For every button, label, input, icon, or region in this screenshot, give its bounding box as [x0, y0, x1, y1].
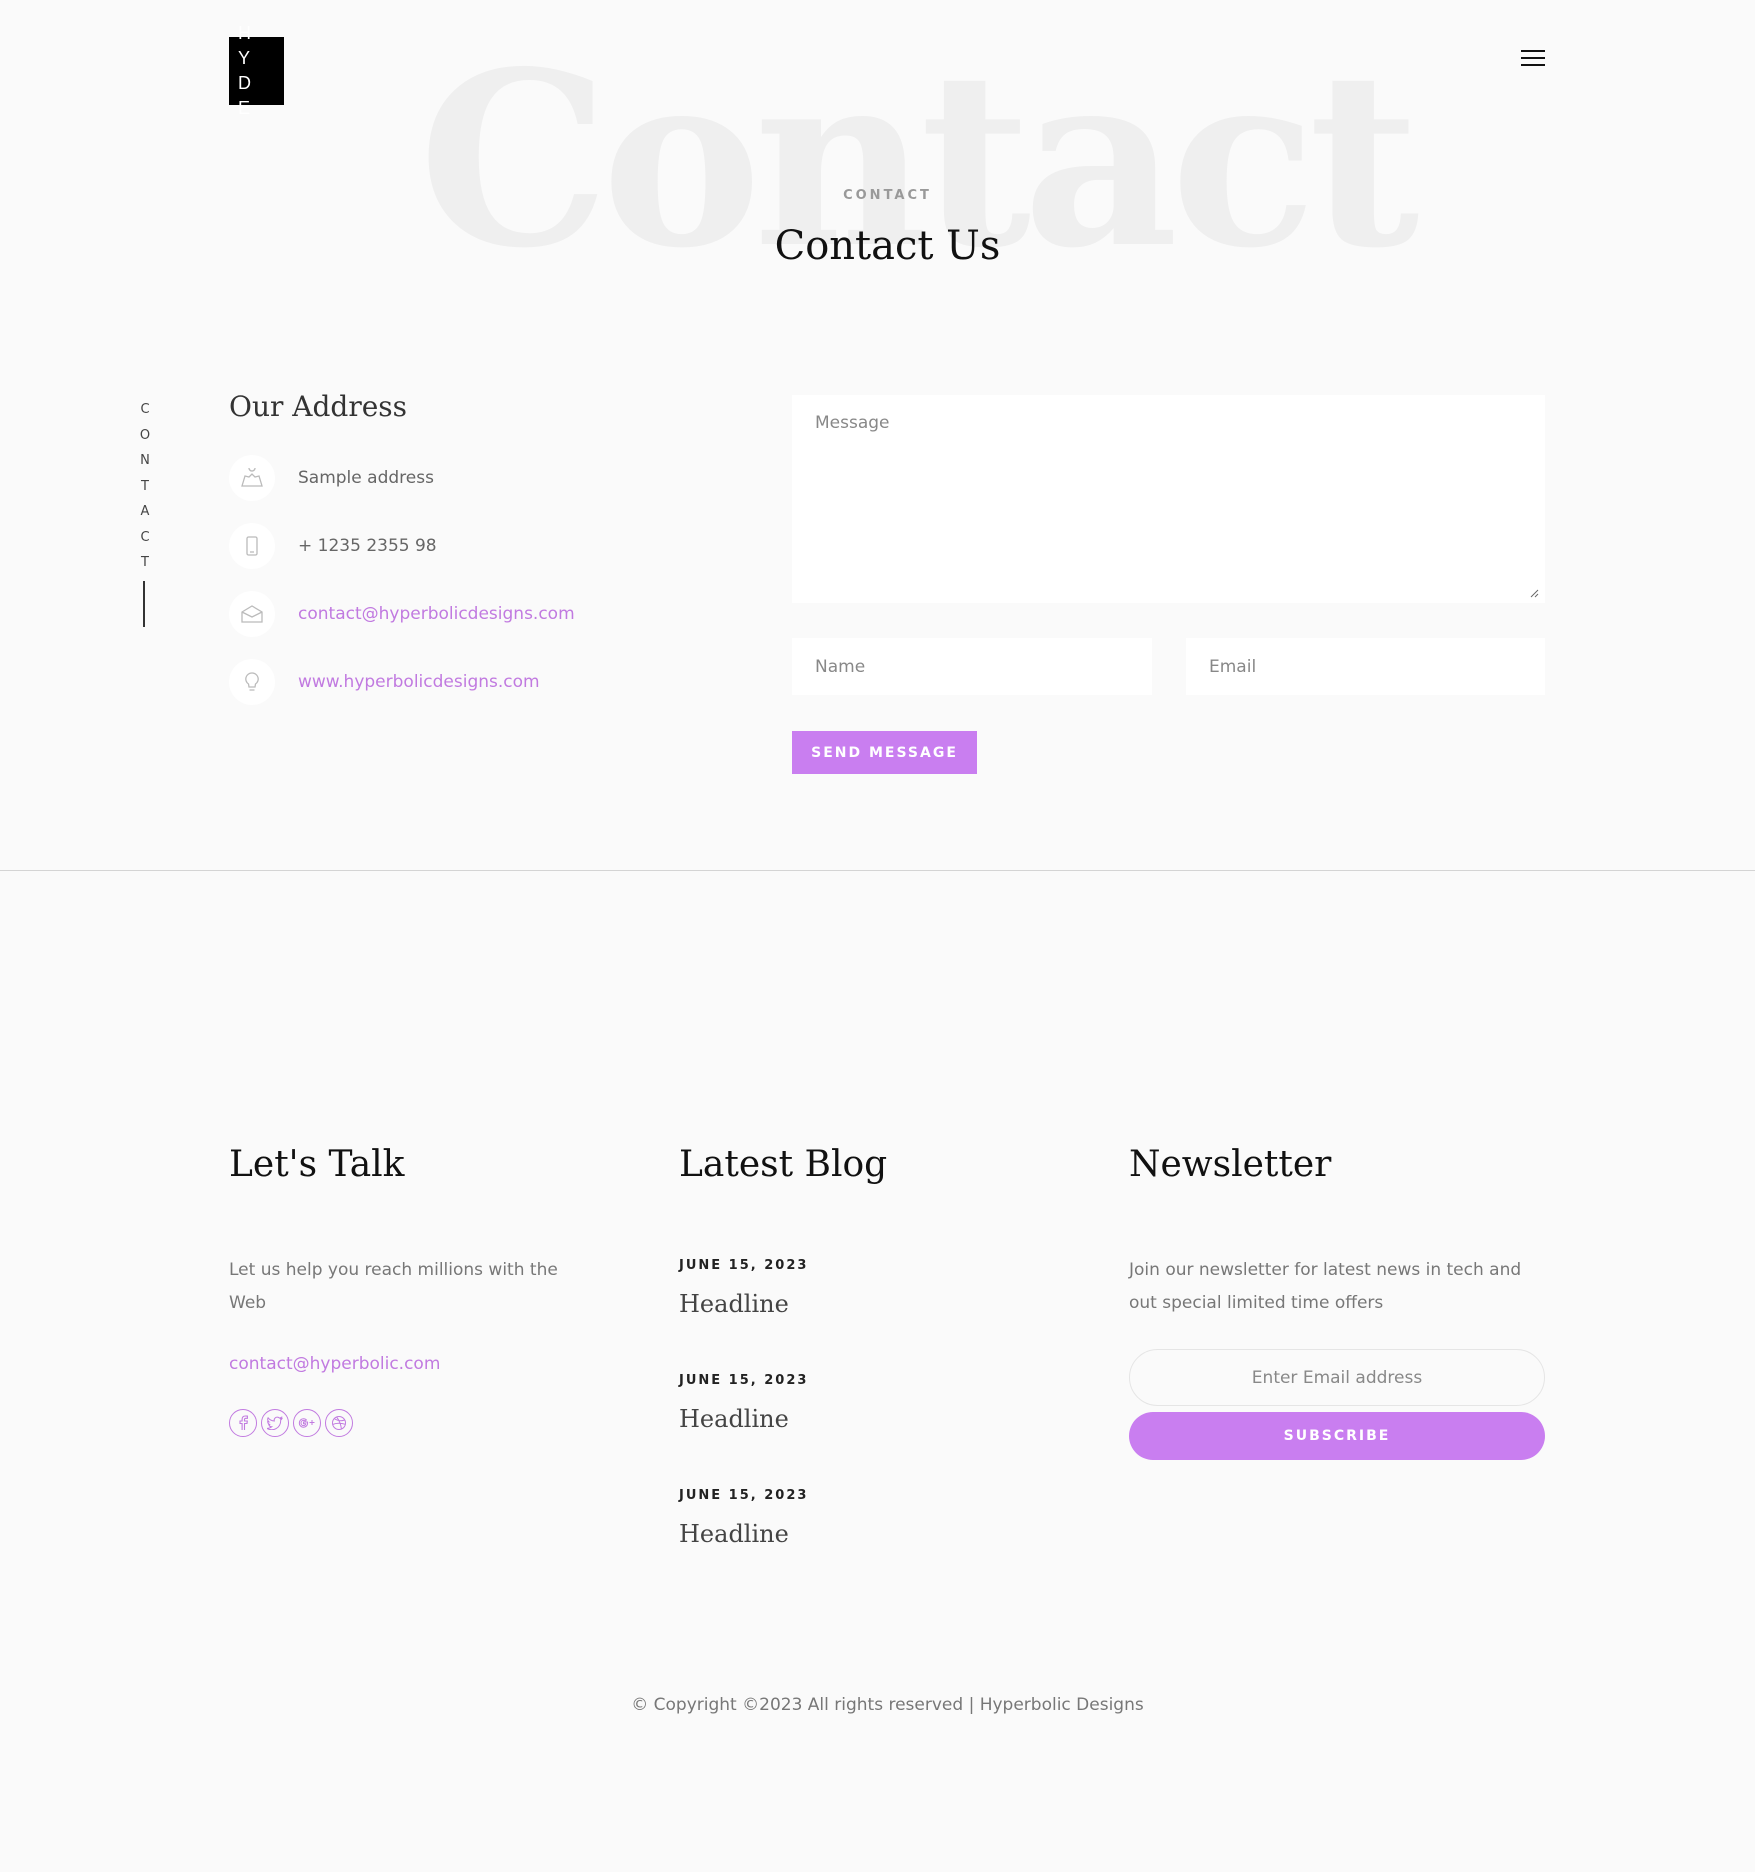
- lets-talk-text: Let us help you reach millions with the …: [229, 1254, 589, 1320]
- copyright: © Copyright ©2023 All rights reserved | …: [631, 1695, 1144, 1715]
- menu-icon[interactable]: [1521, 48, 1545, 68]
- bulb-icon: [229, 659, 275, 705]
- phone-text: + 1235 2355 98: [298, 536, 437, 556]
- logo[interactable]: H Y D E: [229, 23, 284, 118]
- page-title: Contact Us: [774, 223, 1001, 269]
- side-label-letter: C: [140, 402, 150, 417]
- google-plus-icon[interactable]: [293, 1409, 321, 1437]
- blog-headline-link[interactable]: Headline: [679, 1290, 789, 1318]
- twitter-icon[interactable]: [261, 1409, 289, 1437]
- envelope-icon: [229, 591, 275, 637]
- latest-blog-title: Latest Blog: [679, 1144, 888, 1185]
- side-label: C O N T A C T: [135, 397, 155, 576]
- dribbble-icon[interactable]: [325, 1409, 353, 1437]
- logo-line-2: D E: [238, 73, 258, 118]
- blog-headline-link[interactable]: Headline: [679, 1520, 789, 1548]
- message-textarea[interactable]: Message: [792, 395, 1545, 603]
- blog-date: JUNE 15, 2023: [679, 1258, 809, 1273]
- newsletter-text-line: Join our newsletter for latest news in t…: [1129, 1260, 1522, 1280]
- section-divider: [0, 870, 1755, 871]
- lets-talk-text-line: Let us help you reach millions with the: [229, 1260, 558, 1280]
- address-item: + 1235 2355 98: [229, 523, 437, 569]
- blog-date: JUNE 15, 2023: [679, 1488, 809, 1503]
- website-link[interactable]: www.hyperbolicdesigns.com: [298, 672, 540, 692]
- message-placeholder: Message: [815, 413, 890, 433]
- newsletter-text-line: out special limited time offers: [1129, 1293, 1384, 1313]
- name-placeholder: Name: [815, 656, 866, 677]
- blog-headline-link[interactable]: Headline: [679, 1405, 789, 1433]
- side-divider: [143, 581, 145, 627]
- newsletter-text: Join our newsletter for latest news in t…: [1129, 1254, 1549, 1320]
- logo-line-1: H Y: [238, 23, 258, 68]
- side-label-letter: O: [139, 427, 151, 443]
- side-label-letter: N: [140, 453, 150, 468]
- address-item[interactable]: www.hyperbolicdesigns.com: [229, 659, 540, 705]
- side-label-letter: T: [141, 478, 149, 494]
- side-label-letter: C: [140, 529, 150, 545]
- name-input[interactable]: Name: [792, 638, 1152, 695]
- email-link[interactable]: contact@hyperbolicdesigns.com: [298, 604, 575, 624]
- facebook-icon[interactable]: [229, 1409, 257, 1437]
- send-message-button[interactable]: SEND MESSAGE: [792, 731, 977, 774]
- lets-talk-email-link[interactable]: contact@hyperbolic.com: [229, 1354, 440, 1374]
- section-eyebrow: CONTACT: [843, 188, 932, 203]
- subscribe-button[interactable]: SUBSCRIBE: [1129, 1412, 1545, 1460]
- side-label-letter: A: [140, 504, 150, 519]
- phone-icon: [229, 523, 275, 569]
- newsletter-email-placeholder: Enter Email address: [1251, 1367, 1423, 1388]
- map-icon: [229, 455, 275, 501]
- address-item[interactable]: contact@hyperbolicdesigns.com: [229, 591, 575, 637]
- lets-talk-title: Let's Talk: [229, 1144, 405, 1185]
- email-placeholder: Email: [1209, 656, 1257, 677]
- side-label-letter: T: [141, 555, 149, 570]
- email-input[interactable]: Email: [1186, 638, 1545, 695]
- newsletter-email-input[interactable]: Enter Email address: [1129, 1349, 1545, 1406]
- resize-handle-icon[interactable]: [1529, 588, 1539, 598]
- address-text: Sample address: [298, 468, 434, 488]
- address-item: Sample address: [229, 455, 434, 501]
- address-title: Our Address: [229, 390, 408, 423]
- newsletter-title: Newsletter: [1129, 1144, 1332, 1185]
- blog-date: JUNE 15, 2023: [679, 1373, 809, 1388]
- lets-talk-text-line: Web: [229, 1293, 267, 1313]
